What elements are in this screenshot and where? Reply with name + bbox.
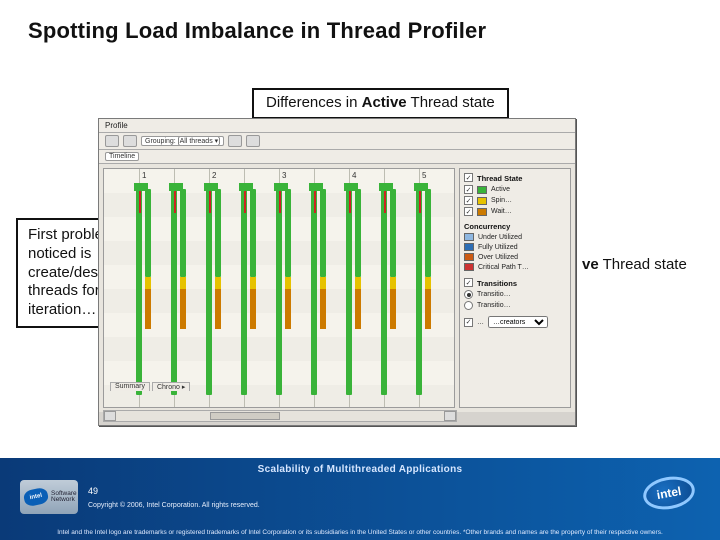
legend-item: Transitio… bbox=[477, 302, 511, 309]
swatch-icon bbox=[477, 197, 487, 205]
scroll-right-icon[interactable] bbox=[444, 411, 456, 421]
radio[interactable] bbox=[464, 290, 473, 299]
profiler-tabbar[interactable]: Timeline bbox=[99, 150, 575, 164]
profiler-window: Profile Grouping: [All threads ▾] Timeli… bbox=[98, 118, 576, 426]
legend-header: Transitions bbox=[477, 279, 517, 288]
swatch-icon bbox=[464, 263, 474, 271]
intel-logo: intel bbox=[640, 474, 698, 512]
badge-text: SoftwareNetwork bbox=[51, 491, 77, 504]
legend-item: Fully Utilized bbox=[478, 244, 518, 251]
swatch-icon bbox=[464, 233, 474, 241]
axis-tick: 3 bbox=[282, 171, 286, 180]
grouping-dropdown[interactable]: Grouping: [All threads ▾] bbox=[141, 136, 224, 146]
legend-item: Under Utilized bbox=[478, 234, 522, 241]
toolbar-button[interactable] bbox=[246, 135, 260, 147]
radio[interactable] bbox=[464, 301, 473, 310]
legal-text: Intel and the Intel logo are trademarks … bbox=[40, 529, 680, 536]
axis-tick: 1 bbox=[142, 171, 146, 180]
tab-timeline[interactable]: Timeline bbox=[105, 152, 139, 161]
legend-panel: ✓ Thread State ✓ Active ✓ Spin… ✓ Wait… Conc… bbox=[459, 168, 571, 408]
legend-item: … bbox=[477, 319, 484, 326]
checkbox[interactable]: ✓ bbox=[464, 173, 473, 182]
intel-software-badge: intel SoftwareNetwork bbox=[20, 480, 78, 514]
creators-select[interactable]: …creators bbox=[488, 316, 548, 328]
checkbox[interactable]: ✓ bbox=[464, 196, 473, 205]
axis-tick: 4 bbox=[352, 171, 356, 180]
toolbar-button[interactable] bbox=[105, 135, 119, 147]
toolbar-button[interactable] bbox=[123, 135, 137, 147]
checkbox[interactable]: ✓ bbox=[464, 318, 473, 327]
legend-item: Critical Path T… bbox=[478, 264, 529, 271]
swatch-icon bbox=[464, 243, 474, 251]
plot-bottom-tabs[interactable]: Summary Chrono ▸ bbox=[110, 382, 190, 391]
legend-item: Transitio… bbox=[477, 291, 511, 298]
copyright: Copyright © 2006, Intel Corporation. All… bbox=[88, 502, 260, 509]
toolbar-button[interactable] bbox=[228, 135, 242, 147]
footer: Scalability of Multithreaded Application… bbox=[0, 458, 720, 540]
swatch-icon bbox=[464, 253, 474, 261]
callout-side: ve Thread state bbox=[582, 256, 687, 273]
callout-top: Differences in Active Thread state bbox=[252, 88, 509, 119]
page-number: 49 bbox=[88, 486, 98, 496]
plot-tab[interactable]: Chrono ▸ bbox=[152, 382, 190, 391]
scroll-left-icon[interactable] bbox=[104, 411, 116, 421]
intel-logo-icon: intel bbox=[641, 473, 698, 514]
slide-title: Spotting Load Imbalance in Thread Profil… bbox=[0, 0, 720, 50]
profiler-toolbar[interactable]: Grouping: [All threads ▾] bbox=[99, 133, 575, 150]
footer-subtitle: Scalability of Multithreaded Application… bbox=[0, 458, 720, 475]
checkbox[interactable]: ✓ bbox=[464, 278, 473, 287]
legend-item: Spin… bbox=[491, 197, 512, 204]
axis-tick: 2 bbox=[212, 171, 216, 180]
swatch-icon bbox=[477, 186, 487, 194]
timeline-plot[interactable]: 1 2 3 4 5 bbox=[103, 168, 455, 408]
legend-item: Over Utilized bbox=[478, 254, 518, 261]
checkbox[interactable]: ✓ bbox=[464, 207, 473, 216]
menu-item-profile[interactable]: Profile bbox=[105, 121, 128, 130]
scroll-thumb[interactable] bbox=[210, 412, 280, 420]
legend-item: Wait… bbox=[491, 208, 512, 215]
axis-tick: 5 bbox=[422, 171, 426, 180]
legend-item: Active bbox=[491, 186, 510, 193]
horizontal-scrollbar[interactable] bbox=[103, 410, 457, 422]
intel-logo-icon: intel bbox=[23, 487, 50, 508]
checkbox[interactable]: ✓ bbox=[464, 185, 473, 194]
legend-header: Thread State bbox=[477, 174, 522, 183]
plot-tab[interactable]: Summary bbox=[110, 382, 150, 391]
profiler-menubar[interactable]: Profile bbox=[99, 119, 575, 133]
slide: Spotting Load Imbalance in Thread Profil… bbox=[0, 0, 720, 540]
legend-header: Concurrency bbox=[464, 222, 566, 231]
swatch-icon bbox=[477, 208, 487, 216]
